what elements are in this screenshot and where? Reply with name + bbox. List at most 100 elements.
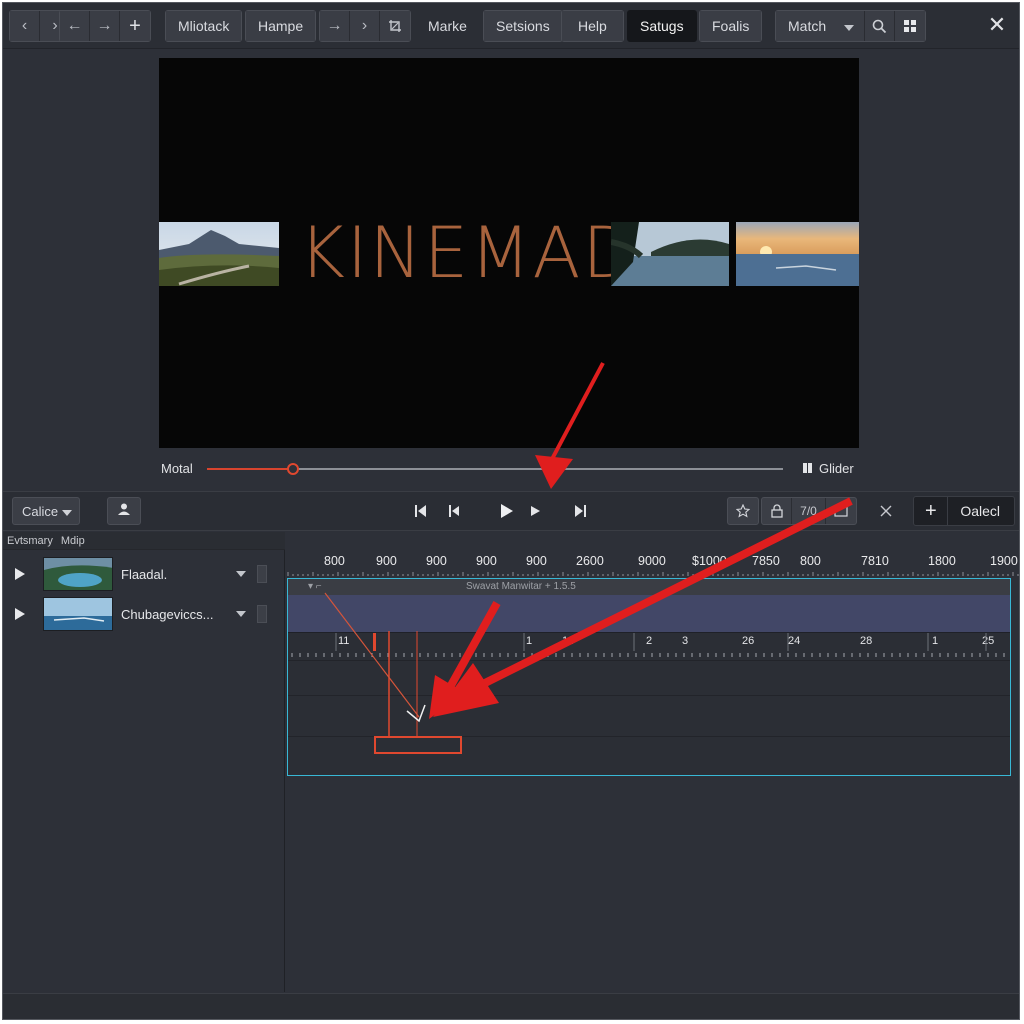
menu-foalis[interactable]: Foalis: [699, 10, 763, 42]
lane-divider: [288, 736, 1010, 737]
skip-start-icon[interactable]: [409, 500, 431, 522]
film-icon[interactable]: [826, 498, 856, 524]
crop-icon[interactable]: [380, 11, 410, 41]
tab-mliotack[interactable]: Mliotack: [165, 10, 243, 42]
time-indicator: 7/0: [792, 498, 826, 524]
lane-divider: [288, 695, 1010, 696]
video-editor-window: ‹ › ← → + Mliotack Hampe → › Marke Setsi…: [2, 2, 1020, 1020]
menu-satugs-label: Satugs: [628, 11, 696, 41]
ruler-label: 2600: [576, 554, 604, 568]
lake-trees-image: [611, 222, 729, 286]
menu-foalis-label: Foalis: [700, 11, 762, 41]
step-forward-icon[interactable]: [525, 500, 547, 522]
lock-icon[interactable]: [762, 498, 792, 524]
match-label: Match: [788, 18, 827, 34]
menu-satugs[interactable]: Satugs: [627, 10, 697, 42]
menu-marke[interactable]: Marke: [415, 10, 480, 42]
menu-marke-label: Marke: [428, 18, 467, 34]
track-thumbnail: [43, 557, 113, 591]
time-ruler[interactable]: 800 900 900 900 900 2600 9000 $1000 7850…: [286, 550, 1019, 576]
track-row[interactable]: Flaadal.: [3, 554, 285, 594]
ruler-label: 7850: [752, 554, 780, 568]
star-icon[interactable]: [728, 498, 758, 524]
play-icon[interactable]: [15, 568, 37, 580]
menu-setsions-label: Setsions: [484, 11, 562, 41]
sub-ruler-ticks: [291, 633, 1005, 657]
ruler-label: 800: [324, 554, 345, 568]
tab-hampe[interactable]: Hampe: [245, 10, 317, 42]
scrubber-left-label: Motal: [161, 461, 193, 476]
clip-band[interactable]: [288, 595, 1010, 633]
video-viewer[interactable]: KINEMAD!: [159, 58, 859, 448]
oalecl-button[interactable]: Oalecl: [948, 497, 1014, 525]
ruler-label: 900: [426, 554, 447, 568]
edit-nav-group: ← → +: [59, 10, 151, 42]
search-icon[interactable]: [865, 11, 896, 41]
ruler-label: 900: [526, 554, 547, 568]
close-icon[interactable]: ✕: [983, 11, 1011, 39]
ruler-label: 1900: [990, 554, 1018, 568]
play-icon[interactable]: [15, 608, 37, 620]
glider-toggle[interactable]: Glider: [803, 461, 854, 476]
match-group: Match: [775, 10, 927, 42]
sub-ruler: 11 1 14 2 3 26 24 28 1 25: [288, 633, 1010, 661]
track-list-panel: Evtsmary Mdip Flaadal. Chubageviccs...: [3, 532, 285, 992]
track-header-strip: ▾ ⌐ Swavat Manwitar + 1.5.5: [288, 579, 1010, 595]
sunset-sea-image: [736, 222, 859, 286]
add-button[interactable]: +: [914, 497, 949, 525]
transport-bar: Calice 7/0 + Oalecl: [3, 491, 1019, 531]
top-toolbar: ‹ › ← → + Mliotack Hampe → › Marke Setsi…: [3, 3, 1019, 49]
close-small-icon[interactable]: [875, 500, 897, 522]
calice-label: Calice: [22, 503, 59, 519]
scrubber-row: Motal Glider: [3, 454, 1019, 484]
ruler-label: 900: [376, 554, 397, 568]
step-back-icon[interactable]: [443, 500, 465, 522]
ruler-label: 9000: [638, 554, 666, 568]
timeline[interactable]: 800 900 900 900 900 2600 9000 $1000 7850…: [286, 532, 1019, 992]
play-icon[interactable]: [496, 500, 518, 522]
ruler-label: 1800: [928, 554, 956, 568]
menu-help-label: Help: [562, 11, 623, 41]
breadcrumb-item-summary[interactable]: Evtsmary: [7, 535, 53, 547]
breadcrumb-item-mdip[interactable]: Mdip: [61, 535, 85, 547]
ruler-label: 800: [800, 554, 821, 568]
chevron-down-icon[interactable]: [235, 611, 247, 617]
chevron-down-icon: [62, 504, 72, 519]
preview-area: KINEMAD! Motal Glider: [3, 50, 1019, 490]
arrow-right-icon[interactable]: →: [90, 11, 120, 41]
skip-end-icon[interactable]: [570, 500, 592, 522]
track-thumbnail: [43, 597, 113, 631]
track-name: Chubageviccs...: [121, 606, 214, 622]
tool-nav-group: → ›: [319, 10, 411, 42]
arrow-right-icon[interactable]: →: [320, 11, 350, 41]
add-cancel-group: + Oalecl: [913, 496, 1015, 526]
track-row[interactable]: Chubageviccs...: [3, 594, 285, 634]
mountain-road-image: [159, 222, 279, 286]
ruler-label: 900: [476, 554, 497, 568]
status-bar: [3, 993, 1019, 1019]
chevron-down-icon[interactable]: [235, 571, 247, 577]
scrubber-track[interactable]: [207, 463, 783, 475]
plus-icon: +: [924, 499, 937, 522]
chevron-right-icon[interactable]: ›: [350, 11, 380, 41]
menu-help[interactable]: Help: [561, 10, 624, 42]
scrubber-handle[interactable]: [287, 463, 300, 475]
chevron-left-icon[interactable]: ‹: [10, 11, 40, 41]
track-handle[interactable]: [257, 605, 267, 623]
selected-track-area[interactable]: ▾ ⌐ Swavat Manwitar + 1.5.5 11 1 14 2 3 …: [287, 578, 1011, 776]
ruler-label: $1000: [692, 554, 727, 568]
lock-time-group: 7/0: [761, 497, 857, 525]
ruler-ticks: [287, 572, 1019, 576]
calice-dropdown[interactable]: Calice: [12, 497, 80, 525]
tab-mliotack-label: Mliotack: [166, 11, 242, 41]
tab-hampe-label: Hampe: [246, 11, 316, 41]
match-dropdown[interactable]: Match: [776, 11, 866, 41]
user-icon: [117, 502, 131, 521]
track-name: Flaadal.: [121, 566, 168, 582]
user-button[interactable]: [107, 497, 141, 525]
grid-icon[interactable]: [895, 11, 926, 41]
menu-setsions[interactable]: Setsions: [483, 10, 563, 42]
arrow-left-icon[interactable]: ←: [60, 11, 90, 41]
plus-icon[interactable]: +: [120, 11, 150, 41]
track-handle[interactable]: [257, 565, 267, 583]
